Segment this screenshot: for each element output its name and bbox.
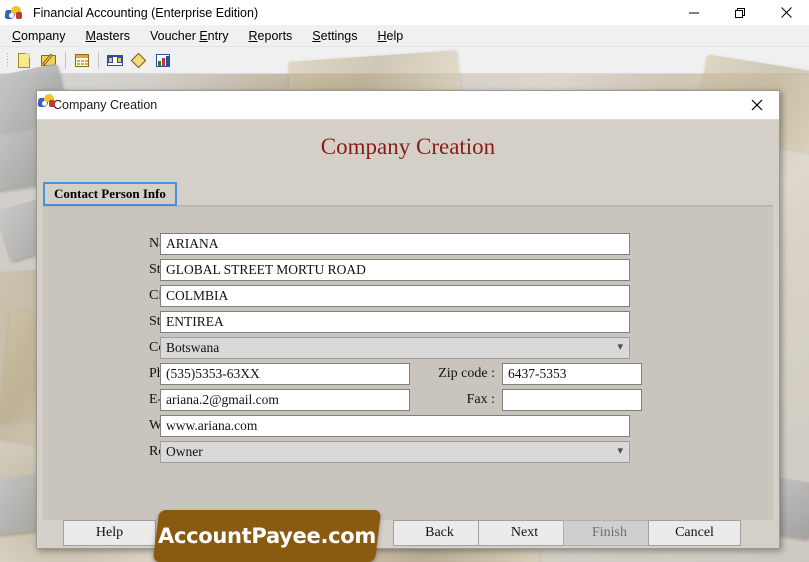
street-label: Street : xyxy=(43,262,189,278)
toolbar-separator xyxy=(98,51,99,69)
form-row-state: State : ENTIREA xyxy=(43,310,773,333)
page-title: Company Creation xyxy=(320,134,496,159)
close-icon[interactable] xyxy=(735,91,779,119)
dialog-footer: Help Back Next Finish Cancel xyxy=(37,520,779,548)
dialog-title-bar: Company Creation xyxy=(37,91,779,120)
company-creation-dialog: Company Creation Company Creation Contac… xyxy=(36,90,780,549)
watermark-badge: AccountPayee.com xyxy=(152,510,382,562)
window-title-bar: Financial Accounting (Enterprise Edition… xyxy=(0,0,809,25)
role-label: Role : xyxy=(43,444,183,460)
cancel-button[interactable]: Cancel xyxy=(648,520,741,546)
menu-bar: Company Masters Voucher Entry Reports Se… xyxy=(0,25,809,47)
menu-item-company[interactable]: Company xyxy=(12,29,66,43)
email-label: E-mail : xyxy=(43,392,195,408)
form-row-website: Web site : www.ariana.com xyxy=(43,414,773,437)
finish-button: Finish xyxy=(563,520,656,546)
country-select[interactable]: Botswana ▾ xyxy=(160,336,630,359)
help-button[interactable]: Help xyxy=(63,520,156,546)
form-row-name: Name : ARIANA xyxy=(43,232,773,255)
phone-label: Phone : xyxy=(43,366,191,382)
close-icon[interactable] xyxy=(763,0,809,25)
name-label: Name : xyxy=(43,236,190,252)
window-title: Financial Accounting (Enterprise Edition… xyxy=(33,5,259,20)
dialog-body: Company Creation Contact Person Info Nam… xyxy=(37,120,779,548)
menu-item-settings[interactable]: Settings xyxy=(312,29,357,43)
role-select[interactable]: Owner ▾ xyxy=(160,440,630,463)
form-row-city: City : COLMBIA xyxy=(43,284,773,307)
menu-item-masters[interactable]: Masters xyxy=(86,29,130,43)
form-row-role: Role : Owner ▾ xyxy=(43,440,773,463)
state-label: State : xyxy=(43,314,184,330)
diamond-voucher-icon[interactable] xyxy=(128,50,150,71)
tab-contact-person-info[interactable]: Contact Person Info xyxy=(43,182,177,206)
restore-icon[interactable] xyxy=(717,0,763,25)
tab-strip: Contact Person Info xyxy=(43,182,773,206)
menu-item-reports[interactable]: Reports xyxy=(249,29,293,43)
form-panel: Name : ARIANA Street : GLOBAL STREET MOR… xyxy=(43,206,773,520)
form-row-email-fax: E-mail : ariana.2@gmail.com Fax : xyxy=(43,388,773,411)
website-label: Web site : xyxy=(43,418,205,434)
website-input[interactable]: www.ariana.com xyxy=(160,414,630,437)
report-chart-icon[interactable] xyxy=(152,50,174,71)
street-input[interactable]: GLOBAL STREET MORTU ROAD xyxy=(160,258,630,281)
email-input[interactable]: ariana.2@gmail.com xyxy=(160,388,410,411)
toolbar-separator xyxy=(65,51,66,69)
role-value: Owner xyxy=(166,443,203,459)
watermark-text: AccountPayee.com xyxy=(158,524,376,548)
country-value: Botswana xyxy=(166,339,220,355)
balance-scale-icon[interactable] xyxy=(104,50,126,71)
state-input[interactable]: ENTIREA xyxy=(160,310,630,333)
zip-code-input[interactable]: 6437-5353 xyxy=(502,362,642,385)
menu-item-help[interactable]: Help xyxy=(377,29,403,43)
fax-label: Fax : xyxy=(466,391,495,407)
dialog-title: Company Creation xyxy=(53,98,158,112)
country-label: Country : xyxy=(43,340,202,356)
chevron-down-icon: ▾ xyxy=(617,445,623,457)
name-input[interactable]: ARIANA xyxy=(160,232,630,255)
form-row-phone-zip: Phone : (535)5353-63XX Zip code : 6437-5… xyxy=(43,362,773,385)
fax-input[interactable] xyxy=(502,388,642,411)
next-button[interactable]: Next xyxy=(478,520,571,546)
phone-input[interactable]: (535)5353-63XX xyxy=(160,362,410,385)
minimize-icon[interactable] xyxy=(671,0,717,25)
ledger-grid-icon[interactable] xyxy=(71,50,93,71)
tab-label: Contact Person Info xyxy=(54,186,166,201)
toolbar-grip xyxy=(6,52,9,68)
app-icon xyxy=(4,3,26,23)
menu-item-voucher-entry[interactable]: Voucher Entry xyxy=(150,29,229,43)
form-row-street: Street : GLOBAL STREET MORTU ROAD xyxy=(43,258,773,281)
city-label: City : xyxy=(43,288,181,304)
form-row-country: Country : Botswana ▾ xyxy=(43,336,773,359)
window-controls xyxy=(671,0,809,25)
back-button[interactable]: Back xyxy=(393,520,486,546)
chevron-down-icon: ▾ xyxy=(617,341,623,353)
city-input[interactable]: COLMBIA xyxy=(160,284,630,307)
application-window: Financial Accounting (Enterprise Edition… xyxy=(0,0,809,562)
zip-code-label: Zip code : xyxy=(438,365,495,381)
